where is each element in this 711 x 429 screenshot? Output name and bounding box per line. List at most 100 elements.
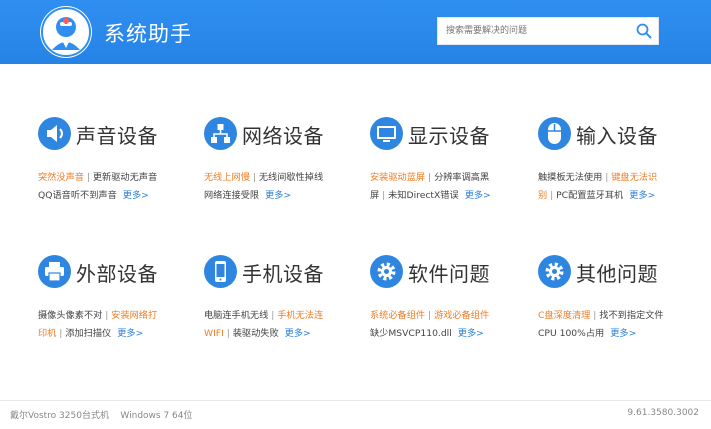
category-card: 输入设备 触摸板无法使用 | 键盘无法识别 | PC配置蓝牙耳机 更多>	[538, 117, 698, 217]
problem-link[interactable]: 更新驱动无声音	[93, 172, 157, 183]
category-title[interactable]: 软件问题	[408, 258, 490, 287]
device-name: 戴尔Vostro 3250台式机	[10, 411, 109, 421]
header-bar: 系统助手	[0, 0, 711, 64]
problem-line: 摄像头像素不对 | 安装网络打	[38, 307, 198, 325]
problem-line: C盘深度清理 | 找不到指定文件	[538, 307, 698, 325]
category-card: 网络设备 无线上网慢 | 无线间歇性掉线 网络连接受限 更多>	[204, 117, 364, 217]
problem-link[interactable]: CPU 100%占用	[538, 328, 604, 339]
separator: |	[379, 190, 389, 201]
problem-link[interactable]: 缺少MSVCP110.dll	[370, 328, 452, 339]
problem-link[interactable]: 找不到指定文件	[599, 310, 663, 321]
search-input[interactable]	[438, 18, 644, 44]
problem-link[interactable]: WIFI	[204, 328, 224, 339]
problem-link[interactable]: 系统必备组件	[370, 310, 425, 321]
problem-line: 电脑连手机无线 | 手机无法连	[204, 307, 364, 325]
problem-link[interactable]: 分辨率调高黑	[434, 172, 489, 183]
problem-line: 网络连接受限 更多>	[204, 187, 364, 205]
more-link[interactable]: 更多>	[123, 190, 149, 201]
category-title[interactable]: 外部设备	[76, 258, 158, 287]
software-gear-icon[interactable]	[370, 255, 403, 288]
problem-link[interactable]: 未知DirectX错误	[388, 190, 459, 201]
separator: |	[547, 190, 557, 201]
category-card: 手机设备 电脑连手机无线 | 手机无法连 WIFI | 装驱动失败 更多>	[204, 255, 364, 355]
other-gear-icon[interactable]	[538, 255, 571, 288]
more-link[interactable]: 更多>	[265, 190, 291, 201]
problem-link[interactable]: 触摸板无法使用	[538, 172, 602, 183]
mouse-icon[interactable]	[538, 117, 571, 150]
category-title[interactable]: 声音设备	[76, 120, 158, 149]
separator: |	[590, 310, 600, 321]
problem-line: CPU 100%占用 更多>	[538, 325, 698, 343]
problem-link[interactable]: 添加扫描仪	[65, 328, 111, 339]
problem-link[interactable]: 屏	[370, 190, 379, 201]
category-problems: 触摸板无法使用 | 键盘无法识别 | PC配置蓝牙耳机 更多>	[538, 169, 698, 205]
more-link[interactable]: 更多>	[610, 328, 636, 339]
problem-line: 安装驱动蓝屏 | 分辨率调高黑	[370, 169, 530, 187]
more-link[interactable]: 更多>	[458, 328, 484, 339]
category-problems: 摄像头像素不对 | 安装网络打印机 | 添加扫描仪 更多>	[38, 307, 198, 343]
device-info: 戴尔Vostro 3250台式机 Windows 7 64位	[10, 408, 193, 421]
separator: |	[268, 310, 278, 321]
problem-link[interactable]: PC配置蓝牙耳机	[556, 190, 623, 201]
separator: |	[249, 172, 259, 183]
printer-icon[interactable]	[38, 255, 71, 288]
os-name: Windows 7 64位	[120, 411, 193, 421]
problem-link[interactable]: 电脑连手机无线	[204, 310, 268, 321]
monitor-icon[interactable]	[370, 117, 403, 150]
problem-line: 无线上网慢 | 无线间歇性掉线	[204, 169, 364, 187]
problem-link[interactable]: 安装驱动蓝屏	[370, 172, 425, 183]
separator: |	[425, 172, 435, 183]
version-label: 9.61.3580.3002	[627, 408, 699, 418]
category-title[interactable]: 显示设备	[408, 120, 490, 149]
problem-line: 触摸板无法使用 | 键盘无法识	[538, 169, 698, 187]
problem-line: 别 | PC配置蓝牙耳机 更多>	[538, 187, 698, 205]
phone-icon[interactable]	[204, 255, 237, 288]
problem-link[interactable]: 突然没声音	[38, 172, 84, 183]
assistant-logo-icon	[40, 6, 92, 58]
network-icon[interactable]	[204, 117, 237, 150]
problem-line: WIFI | 装驱动失败 更多>	[204, 325, 364, 343]
problem-link[interactable]: 安装网络打	[111, 310, 157, 321]
problem-link[interactable]: 无线上网慢	[204, 172, 250, 183]
category-card: 其他问题 C盘深度清理 | 找不到指定文件 CPU 100%占用 更多>	[538, 255, 698, 355]
more-link[interactable]: 更多>	[465, 190, 491, 201]
problem-link[interactable]: 网络连接受限	[204, 190, 259, 201]
problem-link[interactable]: QQ语音听不到声音	[38, 190, 117, 201]
speaker-icon[interactable]	[38, 117, 71, 150]
search-icon[interactable]	[636, 23, 652, 39]
category-title[interactable]: 其他问题	[576, 258, 658, 287]
problem-link[interactable]: 摄像头像素不对	[38, 310, 102, 321]
category-card: 声音设备 突然没声音 | 更新驱动无声音 QQ语音听不到声音 更多>	[38, 117, 198, 217]
problem-line: 屏 | 未知DirectX错误 更多>	[370, 187, 530, 205]
category-card: 外部设备摄像头像素不对 | 安装网络打印机 | 添加扫描仪 更多>	[38, 255, 198, 355]
problem-link[interactable]: 别	[538, 190, 547, 201]
problem-line: 缺少MSVCP110.dll 更多>	[370, 325, 530, 343]
category-title[interactable]: 输入设备	[576, 120, 658, 149]
problem-link[interactable]: 无线间歇性掉线	[259, 172, 323, 183]
category-problems: 无线上网慢 | 无线间歇性掉线 网络连接受限 更多>	[204, 169, 364, 205]
problem-line: QQ语音听不到声音 更多>	[38, 187, 198, 205]
category-problems: 电脑连手机无线 | 手机无法连 WIFI | 装驱动失败 更多>	[204, 307, 364, 343]
separator: |	[102, 310, 112, 321]
more-link[interactable]: 更多>	[285, 328, 311, 339]
problem-line: 突然没声音 | 更新驱动无声音	[38, 169, 198, 187]
more-link[interactable]: 更多>	[629, 190, 655, 201]
category-card: 显示设备 安装驱动蓝屏 | 分辨率调高黑屏 | 未知DirectX错误 更多>	[370, 117, 530, 217]
problem-link[interactable]: 手机无法连	[277, 310, 323, 321]
problem-line: 系统必备组件 | 游戏必备组件	[370, 307, 530, 325]
category-problems: 安装驱动蓝屏 | 分辨率调高黑屏 | 未知DirectX错误 更多>	[370, 169, 530, 205]
separator: |	[56, 328, 66, 339]
more-link[interactable]: 更多>	[117, 328, 143, 339]
problem-link[interactable]: 印机	[38, 328, 56, 339]
problem-link[interactable]: C盘深度清理	[538, 310, 590, 321]
problem-link[interactable]: 装驱动失败	[233, 328, 279, 339]
problem-link[interactable]: 键盘无法识	[611, 172, 657, 183]
system-assistant-window: 系统助手 声音设备突然没声音 | 更新驱动无声音QQ语音听不到声音更多>网络设备…	[0, 0, 711, 429]
status-bar: 戴尔Vostro 3250台式机 Windows 7 64位 9.61.3580…	[0, 400, 711, 429]
separator: |	[602, 172, 612, 183]
category-title[interactable]: 手机设备	[242, 258, 324, 287]
separator: |	[223, 328, 233, 339]
category-title[interactable]: 网络设备	[242, 120, 324, 149]
problem-link[interactable]: 游戏必备组件	[434, 310, 489, 321]
search-box[interactable]	[437, 17, 659, 45]
